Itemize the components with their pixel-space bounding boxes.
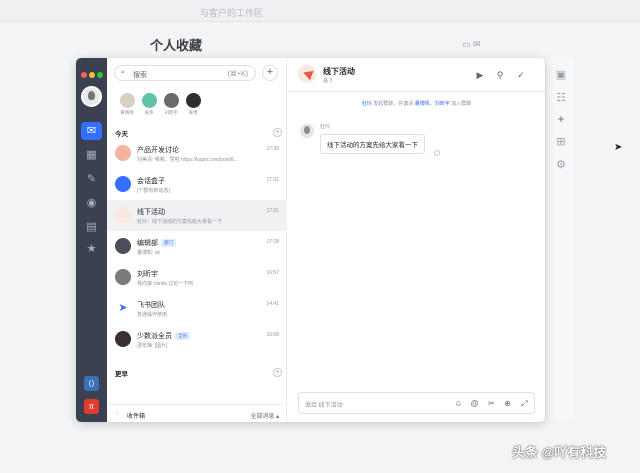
chat-pane: 线下活动 晶 3 ▶ ⚲ ✓ 杜玲 发起群聊，并邀请 董博帆、刘昕宇 加入群聊 …: [288, 58, 545, 422]
section-today: 今天: [115, 131, 128, 138]
favorites-nav-icon[interactable]: ★: [81, 240, 102, 258]
add-icon[interactable]: ⊕: [502, 398, 513, 409]
pinned-contact[interactable]: 黄晓晓: [116, 93, 138, 116]
mention-icon[interactable]: @: [469, 398, 480, 409]
avatar: [185, 93, 201, 108]
settings-icon[interactable]: ⚙: [554, 158, 568, 172]
messages-nav-icon[interactable]: ✉: [81, 122, 102, 140]
avatar: [115, 331, 131, 347]
chat-list-item[interactable]: 会话盒子 [个群有新动态] 17:31: [107, 169, 287, 200]
avatar: [141, 93, 157, 108]
search-input[interactable]: ⌕ 搜索 (⌘+K): [114, 65, 256, 81]
calendar-nav-icon[interactable]: ▦: [81, 146, 102, 164]
sender-avatar[interactable]: [300, 124, 314, 138]
all-messages-filter[interactable]: 全部消息 ▴: [250, 411, 279, 420]
window-controls: [81, 65, 105, 83]
chat-title[interactable]: 线下活动: [323, 66, 355, 77]
docs-nav-icon[interactable]: ✎: [81, 170, 102, 188]
add-app-icon[interactable]: ⊞: [554, 135, 568, 149]
maximize-window-button[interactable]: [97, 72, 103, 78]
avatar: [115, 238, 131, 254]
status-badge: 部门: [161, 239, 176, 248]
inbox-link[interactable]: 收件箱: [127, 411, 145, 420]
search-shortcut: (⌘+K): [227, 71, 248, 78]
chat-list-item[interactable]: 产品开发讨论 刘美清: 嗯嗯，赞啦 https://kapsi.com/post…: [107, 138, 287, 169]
close-window-button[interactable]: [81, 72, 87, 78]
chat-list-item[interactable]: ➤ 飞书团队 普通操作使用 14:41: [107, 293, 287, 324]
section-earlier: 更早: [115, 371, 128, 378]
background-topbar: 与客户的工作区: [0, 0, 640, 22]
watermark: 头条 @吖有科技: [512, 445, 607, 460]
avatar: [119, 93, 135, 108]
read-status-icon: [434, 150, 440, 156]
message-input[interactable]: 发给 线下活动 ☺ @ ✂ ⊕ ⤢: [298, 392, 535, 414]
emoji-icon[interactable]: ☺: [453, 398, 464, 409]
minimize-window-button[interactable]: [89, 72, 95, 78]
search-icon: ⌕: [121, 69, 125, 76]
search-placeholder: 搜索: [133, 72, 147, 79]
message-bubble[interactable]: 线下活动的方案先给大家看一下: [320, 134, 425, 154]
sender-name: 杜玲: [320, 124, 331, 130]
video-call-icon[interactable]: ▶: [474, 69, 486, 81]
status-badge: 全员: [175, 332, 190, 341]
avatar: [115, 269, 131, 285]
member-count: 晶 3: [323, 78, 333, 84]
chat-list-item[interactable]: 少数派全员 全员 邵年梅: [图片] 15:08: [107, 324, 287, 355]
chat-list-panel: ⌕ 搜索 (⌘+K) + 黄晓晓 张伟 刘昕宇 姜博 今天 + 产品开发讨论 刘…: [107, 58, 287, 422]
nav-rail: ✉ ▦ ✎ ◉ ▤ ★ ⟨⟩ π: [76, 58, 107, 422]
screenshot-icon[interactable]: ✂: [486, 398, 497, 409]
system-message: 杜玲 发起群聊，并邀请 董博帆、刘昕宇 加入群聊: [361, 101, 472, 107]
expand-icon[interactable]: ⤢: [519, 398, 530, 409]
check-icon[interactable]: ✓: [515, 69, 527, 81]
pinned-contact[interactable]: 姜博: [182, 93, 204, 116]
brand-app-icon[interactable]: π: [84, 399, 99, 414]
list-footer: ◌ 收件箱 全部消息 ▴: [107, 404, 287, 422]
chat-list-item-active[interactable]: 线下活动 杜玲：线下活动的方案先给大家看一下 17:31: [107, 200, 287, 231]
search-doc-icon[interactable]: ☷: [554, 91, 568, 105]
section-add-icon[interactable]: +: [273, 368, 282, 377]
chat-list-item[interactable]: 编辑部 部门 董博帆: ok 17:28: [107, 231, 287, 262]
contacts-nav-icon[interactable]: ◉: [81, 194, 102, 212]
create-button[interactable]: +: [262, 65, 278, 81]
composer-placeholder: 发给 线下活动: [305, 403, 343, 409]
background-header-icons: ▭ ✉: [462, 39, 481, 49]
pinned-contact[interactable]: 刘昕宇: [160, 93, 182, 116]
app-window: ✉ ▦ ✎ ◉ ▤ ★ ⟨⟩ π ⌕ 搜索 (⌘+K) + 黄晓晓 张伟 刘昕宇…: [76, 58, 545, 422]
chat-header: 线下活动 晶 3 ▶ ⚲ ✓: [288, 58, 545, 92]
right-toolbar: ▣ ☷ ✦ ⊞ ⚙: [545, 58, 575, 420]
chat-list-item[interactable]: 刘昕宇 我向接 Vanila 过论一下吧 16:57: [107, 262, 287, 293]
workplace-nav-icon[interactable]: ▤: [81, 218, 102, 236]
background-topbar-title: 与客户的工作区: [200, 8, 264, 18]
avatar: [115, 145, 131, 161]
avatar: [163, 93, 179, 108]
avatar: [115, 176, 131, 192]
avatar: [115, 207, 131, 223]
user-avatar[interactable]: [81, 86, 102, 107]
app-launcher-icon[interactable]: ⟨⟩: [84, 376, 99, 391]
paper-plane-icon: ➤: [115, 300, 131, 316]
section-add-icon[interactable]: +: [273, 128, 282, 137]
pinned-contact[interactable]: 张伟: [138, 93, 160, 116]
group-avatar[interactable]: [298, 65, 316, 83]
background-page-title: 个人收藏: [150, 38, 203, 53]
pin-icon[interactable]: ✦: [554, 113, 568, 127]
mouse-cursor-icon: ➤: [614, 142, 623, 153]
camera-icon[interactable]: ▣: [554, 68, 568, 82]
add-member-icon[interactable]: ⚲: [494, 69, 506, 81]
inbox-icon: ◌: [115, 410, 120, 417]
